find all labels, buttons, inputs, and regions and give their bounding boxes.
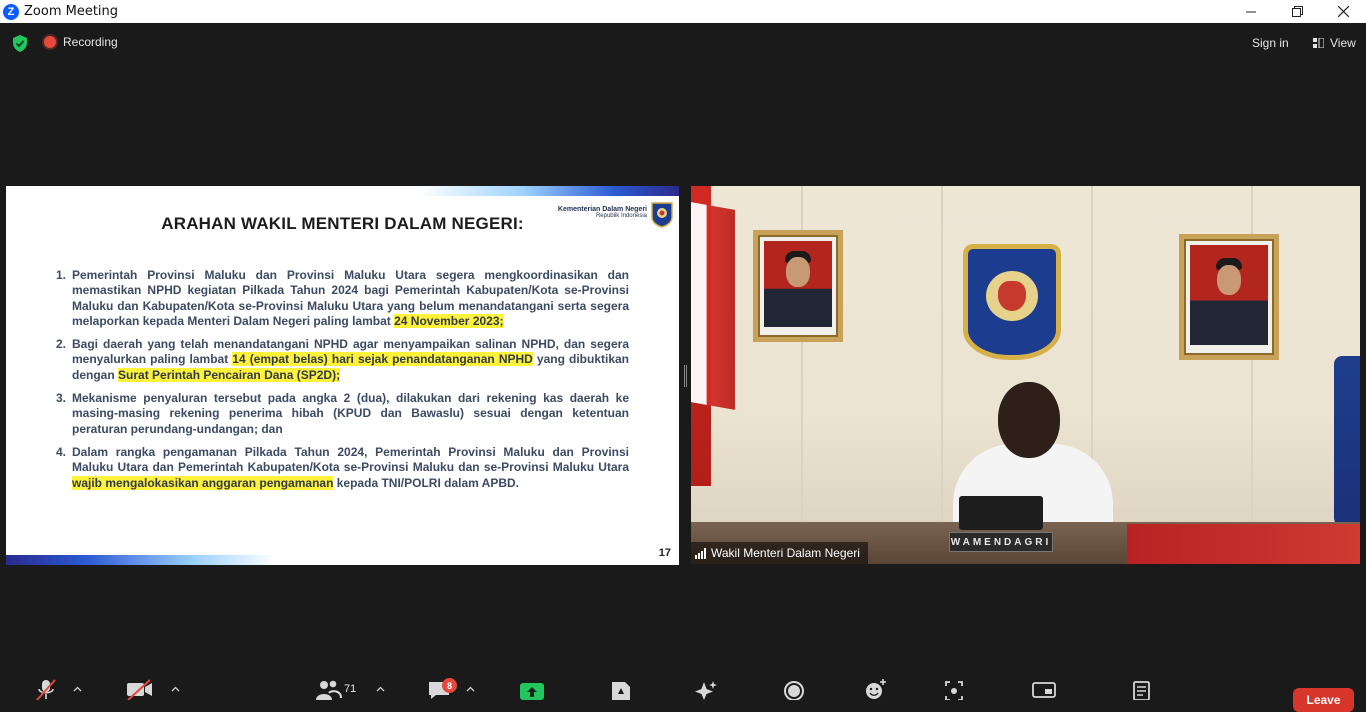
whiteboards-button[interactable] (1030, 672, 1058, 705)
view-label: View (1330, 36, 1356, 50)
reaction-emoji-icon (866, 679, 886, 699)
video-options-chevron-icon[interactable] (171, 684, 181, 694)
share-screen-button[interactable] (520, 683, 544, 700)
ministry-emblem (963, 244, 1061, 360)
start-video-button[interactable] (124, 672, 154, 705)
wall-panel (941, 186, 943, 564)
view-grid-icon (1313, 38, 1324, 48)
meeting-toolbar: 71 (0, 672, 1366, 705)
participants-button[interactable] (314, 672, 342, 705)
share-arrow-up-icon (527, 686, 537, 697)
table-decoration (1127, 524, 1360, 564)
highlight-14-days: 14 (empat belas) hari sejak penandatanga… (232, 352, 533, 367)
monitor-icon (1032, 682, 1056, 698)
meeting-topbar: Recording Sign in View (0, 23, 1366, 63)
directive-item-4: 4. Dalam rangka pengamanan Pilkada Tahun … (56, 444, 629, 490)
apps-icon (612, 682, 630, 700)
participants-icon (316, 680, 342, 700)
record-button[interactable] (780, 672, 808, 705)
audio-options-chevron-icon[interactable] (73, 684, 83, 694)
slide-page-number: 17 (658, 547, 671, 559)
connection-signal-icon (695, 547, 706, 559)
view-button[interactable]: View (1305, 32, 1364, 54)
focus-mode-button[interactable] (940, 672, 968, 705)
focus-frame-icon (945, 681, 963, 700)
portrait-face (786, 257, 810, 288)
shared-screen-slide: ARAHAN WAKIL MENTERI DALAM NEGERI: Kemen… (6, 186, 679, 565)
mute-button[interactable] (32, 672, 60, 705)
ai-companion-button[interactable] (692, 672, 720, 705)
sparkle-icon (695, 681, 717, 700)
recording-indicator[interactable]: Recording (44, 35, 118, 49)
participants-options-chevron-icon[interactable] (376, 684, 386, 694)
apps-button[interactable] (608, 672, 634, 705)
participant-name-label: Wakil Menteri Dalam Negeri (691, 542, 868, 564)
split-view-divider[interactable] (684, 365, 687, 387)
chat-options-chevron-icon[interactable] (466, 684, 476, 694)
logo-line1: Kementerian Dalam Negeri (557, 206, 647, 213)
notes-button[interactable] (1128, 672, 1156, 705)
ministry-flag-right (1334, 356, 1360, 526)
minimize-button[interactable] (1228, 0, 1274, 23)
slide-top-gradient (419, 186, 679, 196)
shield-check-icon[interactable] (12, 35, 28, 52)
red-white-flag-left-folds (691, 202, 735, 410)
laptop-tablet (959, 496, 1043, 530)
window-title: Zoom Meeting (24, 4, 119, 19)
garuda-shield-icon (998, 281, 1026, 311)
highlight-sp2d: Surat Perintah Pencairan Dana (SP2D); (118, 367, 341, 382)
directive-item-2: 2. Bagi daerah yang telah menandatangani … (56, 337, 630, 382)
recording-label: Recording (63, 35, 118, 49)
logo-line2: Republik Indonesia (595, 213, 647, 219)
directive-item-3: 3. Mekanisme penyaluran tersebut pada ang… (56, 391, 629, 436)
highlight-deadline: 24 November 2023; (394, 313, 504, 328)
slide-bottom-gradient (6, 555, 276, 565)
window-controls (1228, 0, 1366, 23)
notes-icon (1133, 681, 1150, 700)
zoom-app-icon: Z (3, 3, 19, 20)
portrait-face (1217, 264, 1241, 295)
speaker-head (998, 382, 1060, 458)
minimize-icon (1246, 11, 1256, 12)
window-titlebar: Z Zoom Meeting (0, 0, 1366, 23)
chat-unread-badge: 8 (442, 678, 457, 693)
participant-video[interactable]: WAMENDAGRI Wakil Menteri Dalam Negeri (691, 186, 1360, 564)
nameplate: WAMENDAGRI (949, 532, 1053, 552)
video-off-icon (127, 679, 152, 700)
sign-in-button[interactable]: Sign in (1244, 32, 1297, 54)
close-button[interactable] (1320, 0, 1366, 23)
slide-directive-list: 1. Pemerintah Provinsi Maluku dan Provins… (54, 268, 629, 499)
vice-presidential-portrait-frame (1179, 234, 1279, 360)
presidential-portrait-frame (753, 230, 843, 342)
highlight-anggaran: wajib mengalokasikan anggaran pengamanan (72, 475, 334, 490)
participant-name: Wakil Menteri Dalam Negeri (711, 546, 860, 560)
kemendagri-logo-text: Kementerian Dalam Negeri Republik Indone… (558, 206, 647, 219)
restore-button[interactable] (1274, 0, 1320, 23)
mic-muted-icon (36, 679, 56, 700)
participants-count: 71 (344, 683, 357, 695)
record-icon (784, 681, 804, 700)
close-icon (1337, 6, 1349, 17)
directive-item-1: 1. Pemerintah Provinsi Maluku dan Provins… (56, 268, 629, 328)
restore-icon (1291, 6, 1303, 17)
reactions-button[interactable] (861, 672, 889, 705)
leave-button[interactable]: Leave (1293, 688, 1354, 712)
kemendagri-emblem-icon (651, 202, 673, 228)
recording-dot-icon (44, 36, 56, 48)
